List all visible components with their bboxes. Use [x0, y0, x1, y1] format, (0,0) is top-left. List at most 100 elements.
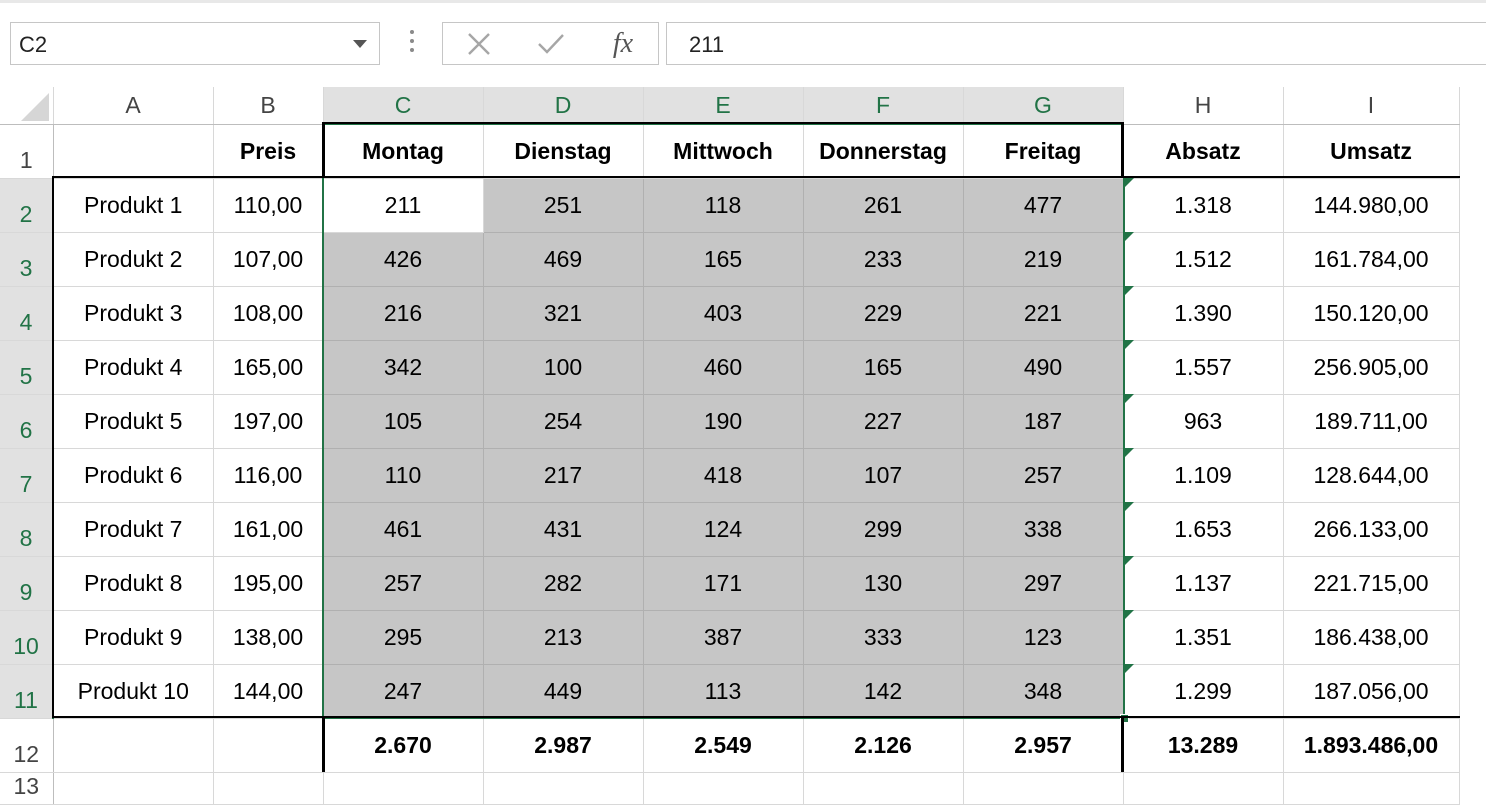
- cell-e11[interactable]: 113: [643, 664, 804, 719]
- cell-i8[interactable]: 266.133,00: [1283, 502, 1460, 557]
- row-header-5[interactable]: 5: [0, 340, 54, 395]
- row-header-11[interactable]: 11: [0, 664, 54, 719]
- cell-h5[interactable]: 1.557: [1123, 340, 1284, 395]
- column-header-b[interactable]: B: [213, 87, 324, 125]
- cell-i11[interactable]: 187.056,00: [1283, 664, 1460, 719]
- formula-input[interactable]: 211: [666, 22, 1486, 65]
- cell-c1[interactable]: Montag: [323, 124, 484, 179]
- cell-b7[interactable]: 116,00: [213, 448, 324, 503]
- cell-e8[interactable]: 124: [643, 502, 804, 557]
- cell-g2[interactable]: 477: [963, 178, 1124, 233]
- enter-button[interactable]: [521, 23, 581, 64]
- cell-d3[interactable]: 469: [483, 232, 644, 287]
- cell-g8[interactable]: 338: [963, 502, 1124, 557]
- cell-h9[interactable]: 1.137: [1123, 556, 1284, 611]
- cell-g10[interactable]: 123: [963, 610, 1124, 665]
- insert-function-button[interactable]: fx: [593, 23, 653, 64]
- row-header-10[interactable]: 10: [0, 610, 54, 665]
- cell-i12[interactable]: 1.893.486,00: [1283, 718, 1460, 773]
- column-header-d[interactable]: D: [483, 87, 644, 125]
- row-header-12[interactable]: 12: [0, 718, 54, 773]
- cell-d10[interactable]: 213: [483, 610, 644, 665]
- row-header-1[interactable]: 1: [0, 124, 54, 179]
- cell-a10[interactable]: Produkt 9: [53, 610, 214, 665]
- cell-c3[interactable]: 426: [323, 232, 484, 287]
- cell-a2[interactable]: Produkt 1: [53, 178, 214, 233]
- cell-f6[interactable]: 227: [803, 394, 964, 449]
- cell-g4[interactable]: 221: [963, 286, 1124, 341]
- cell-i3[interactable]: 161.784,00: [1283, 232, 1460, 287]
- cell-b9[interactable]: 195,00: [213, 556, 324, 611]
- cell-d7[interactable]: 217: [483, 448, 644, 503]
- cell-h6[interactable]: 963: [1123, 394, 1284, 449]
- cell-d1[interactable]: Dienstag: [483, 124, 644, 179]
- row-header-3[interactable]: 3: [0, 232, 54, 287]
- cell-c11[interactable]: 247: [323, 664, 484, 719]
- cell-e1[interactable]: Mittwoch: [643, 124, 804, 179]
- cell-g7[interactable]: 257: [963, 448, 1124, 503]
- chevron-down-icon[interactable]: [353, 40, 367, 48]
- cell-d4[interactable]: 321: [483, 286, 644, 341]
- cell-b3[interactable]: 107,00: [213, 232, 324, 287]
- cell-e12[interactable]: 2.549: [643, 718, 804, 773]
- cell-e6[interactable]: 190: [643, 394, 804, 449]
- cell-e7[interactable]: 418: [643, 448, 804, 503]
- more-options-icon[interactable]: [404, 30, 420, 56]
- cell-b6[interactable]: 197,00: [213, 394, 324, 449]
- cell-h13[interactable]: [1123, 772, 1284, 805]
- cell-h1[interactable]: Absatz: [1123, 124, 1284, 179]
- cell-h7[interactable]: 1.109: [1123, 448, 1284, 503]
- cell-c13[interactable]: [323, 772, 484, 805]
- cell-g12[interactable]: 2.957: [963, 718, 1124, 773]
- cell-d9[interactable]: 282: [483, 556, 644, 611]
- cell-e13[interactable]: [643, 772, 804, 805]
- row-header-13[interactable]: 13: [0, 772, 54, 805]
- cell-a13[interactable]: [53, 772, 214, 805]
- cell-g5[interactable]: 490: [963, 340, 1124, 395]
- cell-a11[interactable]: Produkt 10: [53, 664, 214, 719]
- column-header-f[interactable]: F: [803, 87, 964, 125]
- cell-e9[interactable]: 171: [643, 556, 804, 611]
- row-header-2[interactable]: 2: [0, 178, 54, 233]
- row-header-6[interactable]: 6: [0, 394, 54, 449]
- cell-g11[interactable]: 348: [963, 664, 1124, 719]
- cell-e4[interactable]: 403: [643, 286, 804, 341]
- cell-d2[interactable]: 251: [483, 178, 644, 233]
- row-header-7[interactable]: 7: [0, 448, 54, 503]
- cancel-button[interactable]: [449, 23, 509, 64]
- cell-c12[interactable]: 2.670: [323, 718, 484, 773]
- cell-i6[interactable]: 189.711,00: [1283, 394, 1460, 449]
- column-header-h[interactable]: H: [1123, 87, 1284, 125]
- cell-d12[interactable]: 2.987: [483, 718, 644, 773]
- cell-f12[interactable]: 2.126: [803, 718, 964, 773]
- cell-c9[interactable]: 257: [323, 556, 484, 611]
- cell-f9[interactable]: 130: [803, 556, 964, 611]
- cell-c10[interactable]: 295: [323, 610, 484, 665]
- cell-a8[interactable]: Produkt 7: [53, 502, 214, 557]
- cell-h4[interactable]: 1.390: [1123, 286, 1284, 341]
- cell-d11[interactable]: 449: [483, 664, 644, 719]
- cell-c4[interactable]: 216: [323, 286, 484, 341]
- cell-f1[interactable]: Donnerstag: [803, 124, 964, 179]
- cell-d13[interactable]: [483, 772, 644, 805]
- cell-a7[interactable]: Produkt 6: [53, 448, 214, 503]
- cell-c8[interactable]: 461: [323, 502, 484, 557]
- cell-b4[interactable]: 108,00: [213, 286, 324, 341]
- cell-i9[interactable]: 221.715,00: [1283, 556, 1460, 611]
- row-header-4[interactable]: 4: [0, 286, 54, 341]
- cell-h10[interactable]: 1.351: [1123, 610, 1284, 665]
- cell-d6[interactable]: 254: [483, 394, 644, 449]
- cell-a4[interactable]: Produkt 3: [53, 286, 214, 341]
- cell-i13[interactable]: [1283, 772, 1460, 805]
- cell-g6[interactable]: 187: [963, 394, 1124, 449]
- cell-e3[interactable]: 165: [643, 232, 804, 287]
- cell-i2[interactable]: 144.980,00: [1283, 178, 1460, 233]
- cell-f10[interactable]: 333: [803, 610, 964, 665]
- cell-h12[interactable]: 13.289: [1123, 718, 1284, 773]
- cell-a6[interactable]: Produkt 5: [53, 394, 214, 449]
- cell-c6[interactable]: 105: [323, 394, 484, 449]
- cell-f7[interactable]: 107: [803, 448, 964, 503]
- cell-b13[interactable]: [213, 772, 324, 805]
- cell-e5[interactable]: 460: [643, 340, 804, 395]
- cell-b1[interactable]: Preis: [213, 124, 324, 179]
